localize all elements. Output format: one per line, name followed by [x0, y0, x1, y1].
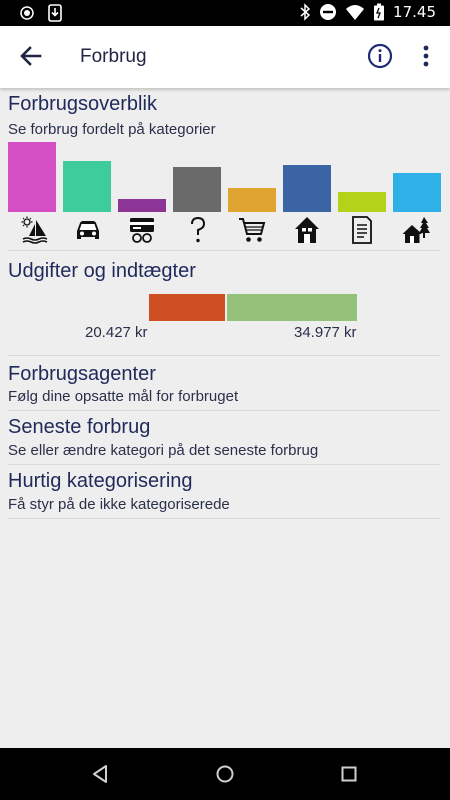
category-bar — [283, 165, 331, 212]
category-bar — [63, 161, 111, 212]
income-label: 34.977 kr — [294, 324, 357, 341]
house-icon — [295, 217, 319, 243]
back-triangle-icon[interactable] — [89, 762, 113, 786]
card-coins-icon — [130, 218, 154, 243]
leisure-sailboat-icon — [21, 216, 48, 244]
menu-item-title: Hurtig kategorisering — [8, 470, 193, 492]
expenses-bar — [149, 294, 225, 321]
menu-item-title: Forbrugsagenter — [8, 363, 156, 385]
download-icon — [48, 4, 62, 22]
house-trees-icon — [402, 217, 430, 243]
shopping-cart-icon — [239, 218, 266, 242]
divider — [8, 464, 440, 465]
category-bar — [118, 199, 166, 212]
category-icons — [8, 216, 442, 244]
overview-title: Forbrugsoverblik — [8, 93, 157, 115]
do-not-disturb-icon — [320, 4, 337, 20]
info-icon[interactable] — [367, 43, 393, 69]
divider — [8, 410, 440, 411]
document-icon — [352, 216, 372, 244]
status-time: 17.45 — [393, 3, 436, 21]
category-bar — [228, 188, 276, 212]
car-icon — [77, 221, 99, 239]
income-bar — [227, 294, 357, 321]
content: Forbrugsoverblik Se forbrug fordelt på k… — [0, 88, 450, 748]
menu-item-subtitle: Få styr på de ikke kategoriserede — [8, 496, 230, 513]
battery-icon — [374, 3, 385, 21]
divider — [8, 250, 440, 251]
category-bar — [8, 142, 56, 212]
overview-subtitle: Se forbrug fordelt på kategorier — [8, 121, 216, 138]
circle-icon — [20, 6, 34, 20]
arrow-left-icon[interactable] — [18, 43, 44, 69]
menu-item-title: Seneste forbrug — [8, 416, 151, 438]
menu-item-subtitle: Følg dine opsatte mål for forbruget — [8, 388, 239, 405]
category-bar — [338, 192, 386, 212]
page-title: Forbrug — [80, 46, 147, 67]
recents-square-icon[interactable] — [337, 762, 361, 786]
wifi-icon — [346, 5, 365, 20]
navigation-bar — [0, 748, 450, 800]
divider — [8, 355, 440, 356]
expenses-label: 20.427 kr — [85, 324, 148, 341]
income-expenses-title: Udgifter og indtægter — [8, 260, 196, 282]
question-icon — [191, 216, 206, 243]
category-bar — [173, 167, 221, 212]
category-bar — [393, 173, 441, 212]
bluetooth-icon — [300, 3, 311, 21]
app-bar: Forbrug — [0, 26, 450, 88]
category-bars — [8, 140, 442, 212]
home-circle-icon[interactable] — [213, 762, 237, 786]
status-bar: 17.45 — [0, 0, 450, 26]
divider — [8, 518, 440, 519]
menu-item-subtitle: Se eller ændre kategori på det seneste f… — [8, 442, 319, 459]
more-vertical-icon[interactable] — [418, 43, 434, 69]
